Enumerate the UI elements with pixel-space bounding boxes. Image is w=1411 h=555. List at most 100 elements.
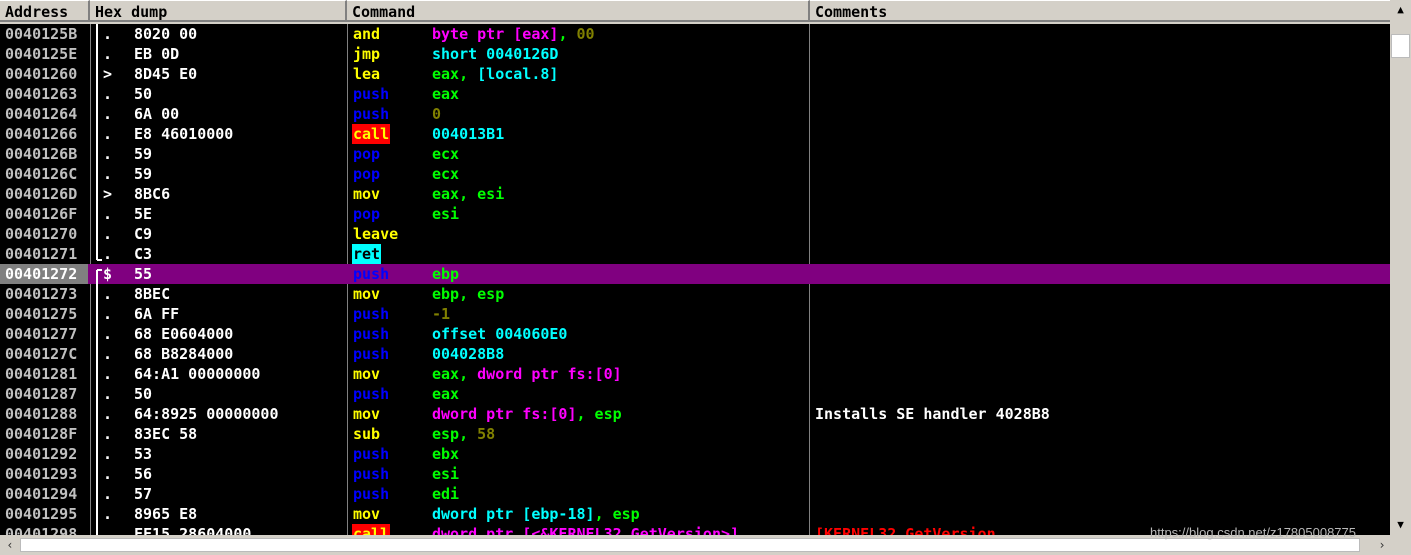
disasm-row[interactable]: 00401264. 6A 00 push 0 [0,104,1390,124]
operand-token: 004028B8 [432,345,505,363]
operand-token: , esp [576,405,622,423]
row-mnemonic: push [353,345,390,363]
row-hex-bytes: 64:A1 00000000 [134,365,261,383]
row-jump-marker: . [103,465,113,483]
disasm-row[interactable]: 00401271. C3 ret [0,244,1390,264]
column-header-hex-dump[interactable]: Hex dump [90,0,347,22]
vertical-scroll-thumb[interactable] [1391,34,1410,58]
column-header-comments[interactable]: Comments [810,0,1390,22]
row-mnemonic: push [353,325,390,343]
row-address: 00401260 [5,65,78,83]
disasm-row[interactable]: 0040126B. 59 pop ecx [0,144,1390,164]
disasm-row[interactable]: 0040127C. 68 B8284000 push 004028B8 [0,344,1390,364]
row-hex-bytes: 57 [134,485,153,503]
operand-token: [local.8] [477,65,559,83]
disasm-row[interactable]: 00401287. 50 push eax [0,384,1390,404]
row-hex-bytes: C3 [134,245,153,263]
row-hex-bytes: 68 E0604000 [134,325,234,343]
row-mnemonic: push [353,485,390,503]
disasm-row[interactable]: 00401272 $55 push ebp [0,264,1390,284]
row-hex-bytes: 53 [134,445,153,463]
row-address: 0040128F [5,425,78,443]
row-address: 00401293 [5,465,78,483]
disasm-row[interactable]: 0040126D >8BC6 mov eax, esi [0,184,1390,204]
column-header-command[interactable]: Command [347,0,810,22]
row-operands: eax, [local.8] [432,64,558,84]
operand-token: ecx [432,145,460,163]
row-operands: ebx [432,444,459,464]
row-jump-marker: . [103,285,113,303]
row-address: 0040127C [5,345,78,363]
disasm-row[interactable]: 00401294. 57 push edi [0,484,1390,504]
disasm-row[interactable]: 0040125B. 8020 00 and byte ptr [eax], 00 [0,24,1390,44]
row-address: 00401271 [5,245,78,263]
disasm-row[interactable]: 0040126F. 5E pop esi [0,204,1390,224]
column-header-address[interactable]: Address [0,0,90,22]
row-operands: eax [432,384,459,404]
row-mnemonic: mov [353,405,381,423]
disasm-row[interactable]: 00401292. 53 push ebx [0,444,1390,464]
operand-token: esi [432,465,460,483]
row-address: 0040126D [5,185,78,203]
row-hex-bytes: 68 B8284000 [134,345,234,363]
row-hex-bytes: 8D45 E0 [134,65,198,83]
scroll-up-icon[interactable]: ▲ [1390,0,1411,20]
row-hex-bytes: 59 [134,165,153,183]
row-hex-bytes: 55 [134,265,153,283]
disasm-row[interactable]: 00401281. 64:A1 00000000 mov eax, dword ptr… [0,364,1390,384]
row-operands: esi [432,464,459,484]
row-hex-bytes: 64:8925 00000000 [134,405,279,423]
row-mnemonic: and [353,25,381,43]
disasm-row[interactable]: 00401273. 8BEC mov ebp, esp [0,284,1390,304]
row-jump-marker: . [103,485,113,503]
operand-token: , [558,25,577,43]
scroll-right-icon[interactable]: › [1374,535,1390,555]
row-operands: dword ptr [ebp-18], esp [432,504,640,524]
disasm-row[interactable]: 00401293. 56 push esi [0,464,1390,484]
row-mnemonic: push [353,385,390,403]
operand-token: , [459,65,478,83]
disasm-row[interactable]: 00401295. 8965 E8 mov dword ptr [ebp-18], e… [0,504,1390,524]
disasm-row[interactable]: 0040128F. 83EC 58 sub esp, 58 [0,424,1390,444]
row-mnemonic: push [353,265,390,283]
row-address: 0040126F [5,205,78,223]
disasm-row[interactable]: 00401266. E8 46010000 call 004013B1 [0,124,1390,144]
row-operands: short 0040126D [432,44,558,64]
operand-token: ecx [432,165,460,183]
disasm-row[interactable]: 00401263. 50 push eax [0,84,1390,104]
vertical-scrollbar[interactable]: ▲ ▼ [1390,0,1411,535]
disasm-row[interactable]: 00401260 >8D45 E0 lea eax, [local.8] [0,64,1390,84]
row-address: 0040126B [5,145,78,163]
disasm-row[interactable]: 00401277. 68 E0604000 push offset 004060E0 [0,324,1390,344]
row-comment: Installs SE handler 4028B8 [815,405,1050,423]
row-address: 00401275 [5,305,78,323]
row-comment: [KERNEL32.GetVersion [815,525,996,535]
disasm-row[interactable]: 00401275. 6A FF push -1 [0,304,1390,324]
disassembly-listing[interactable]: 0040125B. 8020 00 and byte ptr [eax], 00 004… [0,24,1390,535]
operand-token: -1 [432,305,451,323]
operand-token: ebp, esp [432,285,505,303]
disasm-row[interactable]: 00401288. 64:8925 00000000 mov dword ptr fs… [0,404,1390,424]
row-jump-marker: . [103,345,113,363]
disasm-row[interactable]: 0040126C. 59 pop ecx [0,164,1390,184]
scroll-down-icon[interactable]: ▼ [1390,515,1411,535]
row-operands: eax, dword ptr fs:[0] [432,364,622,384]
row-jump-marker: $ [103,265,113,283]
scroll-left-icon[interactable]: ‹ [2,535,18,555]
row-operands: esi [432,204,459,224]
column-header-bar: Address Hex dump Command Comments [0,0,1390,24]
disasm-row[interactable]: 0040125E. EB 0D jmp short 0040126D [0,44,1390,64]
row-jump-marker: . [103,525,113,535]
disasm-row[interactable]: 00401270. C9 leave [0,224,1390,244]
row-operands: byte ptr [eax], 00 [432,24,595,44]
operand-token: dword ptr fs:[0] [477,365,622,383]
row-address: 00401281 [5,365,78,383]
operand-token: ebp [432,265,460,283]
horizontal-scroll-thumb[interactable] [20,538,1360,552]
row-address: 00401295 [5,505,78,523]
row-hex-bytes: 83EC 58 [134,425,198,443]
procedure-bracket [96,24,102,535]
row-address: 00401270 [5,225,78,243]
row-address: 00401273 [5,285,78,303]
row-address: 00401292 [5,445,78,463]
